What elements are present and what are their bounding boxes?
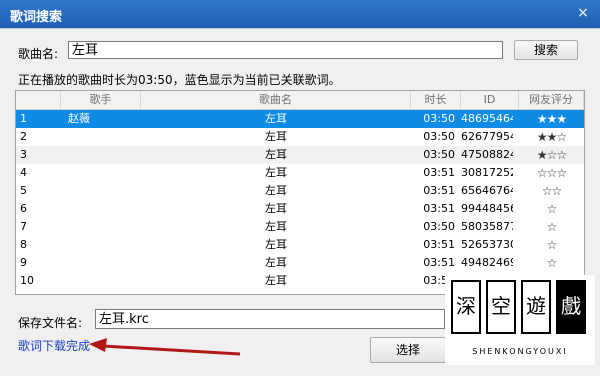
- cell-id: 475088241: [461, 148, 513, 161]
- cell-singer: [68, 272, 138, 290]
- cell-song: 左耳: [265, 202, 287, 215]
- cell-song: 左耳: [265, 274, 287, 287]
- status-text: 歌词下载完成: [18, 339, 91, 353]
- cell-dur: 03:50: [423, 130, 455, 143]
- cell-id: 486954645: [461, 112, 513, 125]
- cell-dur: 03:51: [423, 166, 455, 179]
- cell-id: 65646764: [461, 184, 513, 197]
- lyrics-results-table: 歌手 歌曲名 时长 ID 网友评分 1赵薇左耳03:50486954645★★★…: [15, 90, 585, 295]
- cell-n: 9: [20, 256, 27, 269]
- rating-stars-icon: ★☆☆: [536, 148, 567, 162]
- cell-n: 6: [20, 202, 27, 215]
- cell-n: 2: [20, 130, 27, 143]
- watermark-logo: 深 空 遊 戲 SHENKONGYOUXI: [445, 275, 595, 365]
- rating-stars-icon: ☆: [546, 220, 558, 234]
- cell-dur: 03:51: [423, 202, 455, 215]
- table-row[interactable]: 5 左耳 03:51 65646764 ☆☆: [16, 182, 584, 200]
- rating-stars-icon: ★★★: [536, 112, 567, 126]
- table-row[interactable]: 8 左耳 03:51 52653730 ☆: [16, 236, 584, 254]
- cell-n: 3: [20, 148, 27, 161]
- arrow-annotation-icon: [89, 338, 241, 356]
- cell-singer: [68, 200, 138, 218]
- cell-id: 626779542: [461, 130, 513, 143]
- cell-song: 左耳: [265, 148, 287, 161]
- column-header-duration[interactable]: 时长: [411, 91, 461, 109]
- table-row[interactable]: 1 赵薇 左耳 03:50 486954645 ★★★: [16, 110, 584, 128]
- save-filename-input[interactable]: 左耳.krc: [95, 309, 445, 329]
- cell-dur: 03:51: [423, 256, 455, 269]
- cell-song: 左耳: [265, 238, 287, 251]
- window-title: 歌词搜索: [10, 10, 63, 25]
- table-row[interactable]: 4 左耳 03:51 30817252 ☆☆☆: [16, 164, 584, 182]
- rating-stars-icon: ☆: [546, 238, 558, 252]
- title-bar: 歌词搜索 ×: [0, 0, 600, 28]
- cell-dur: 03:51: [423, 184, 455, 197]
- choose-button[interactable]: 选择: [370, 337, 446, 363]
- rating-stars-icon: ☆: [546, 256, 558, 270]
- rating-stars-icon: ☆☆: [541, 184, 563, 198]
- cell-song: 左耳: [265, 130, 287, 143]
- watermark-char: 戲: [556, 280, 586, 334]
- cell-dur: 03:50: [423, 220, 455, 233]
- song-name-input[interactable]: 左耳: [68, 41, 503, 59]
- cell-id: 494824696: [461, 256, 513, 269]
- table-header: 歌手 歌曲名 时长 ID 网友评分: [16, 91, 584, 110]
- cell-n: 1: [20, 112, 27, 125]
- cell-n: 10: [20, 274, 34, 287]
- cell-singer: [68, 164, 138, 182]
- column-header-singer[interactable]: 歌手: [61, 91, 141, 109]
- cell-singer: [68, 254, 138, 272]
- column-header-rating[interactable]: 网友评分: [519, 91, 584, 109]
- cell-id: 52653730: [461, 238, 513, 251]
- cell-singer: [68, 236, 138, 254]
- cell-n: 4: [20, 166, 27, 179]
- cell-n: 7: [20, 220, 27, 233]
- table-row[interactable]: 2 左耳 03:50 626779542 ★★☆: [16, 128, 584, 146]
- cell-singer: [68, 218, 138, 236]
- cell-dur: 03:51: [423, 238, 455, 251]
- table-row[interactable]: 7 左耳 03:50 580358771 ☆: [16, 218, 584, 236]
- watermark-char: 遊: [521, 280, 551, 334]
- watermark-char: 深: [451, 280, 481, 334]
- info-text: 正在播放的歌曲时长为03:50，蓝色显示为当前已关联歌词。: [18, 73, 341, 87]
- song-name-label: 歌曲名:: [18, 47, 59, 61]
- cell-song: 左耳: [265, 166, 287, 179]
- cell-dur: 03:50: [423, 112, 455, 125]
- cell-dur: 03:50: [423, 148, 455, 161]
- cell-singer: [68, 182, 138, 200]
- cell-song: 左耳: [265, 220, 287, 233]
- cell-song: 左耳: [265, 256, 287, 269]
- table-row[interactable]: 3 左耳 03:50 475088241 ★☆☆: [16, 146, 584, 164]
- table-row[interactable]: 9 左耳 03:51 494824696 ☆: [16, 254, 584, 272]
- watermark-char: 空: [486, 280, 516, 334]
- watermark-text: SHENKONGYOUXI: [472, 347, 568, 356]
- column-header-id[interactable]: ID: [461, 91, 519, 109]
- cell-id: 99448456: [461, 202, 513, 215]
- close-icon[interactable]: ×: [572, 3, 594, 23]
- cell-n: 5: [20, 184, 27, 197]
- column-header-index[interactable]: [16, 91, 61, 109]
- cell-id: 580358771: [461, 220, 513, 233]
- rating-stars-icon: ☆☆☆: [536, 166, 567, 180]
- cell-n: 8: [20, 238, 27, 251]
- rating-stars-icon: ★★☆: [536, 130, 567, 144]
- cell-singer: [68, 146, 138, 164]
- rating-stars-icon: ☆: [546, 202, 558, 216]
- column-header-song[interactable]: 歌曲名: [141, 91, 411, 109]
- cell-singer: [68, 128, 138, 146]
- cell-song: 左耳: [265, 184, 287, 197]
- cell-singer: 赵薇: [68, 112, 90, 125]
- cell-song: 左耳: [265, 112, 287, 125]
- cell-id: 30817252: [461, 166, 513, 179]
- table-row[interactable]: 6 左耳 03:51 99448456 ☆: [16, 200, 584, 218]
- search-button[interactable]: 搜索: [514, 40, 578, 60]
- save-filename-label: 保存文件名:: [18, 316, 83, 330]
